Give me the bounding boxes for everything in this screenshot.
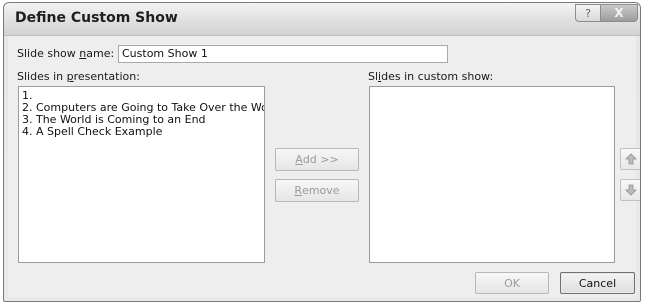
presentation-label-suffix: resentation: — [73, 70, 140, 83]
define-custom-show-dialog: Define Custom Show ? X Slide show name: … — [3, 2, 641, 302]
custom-show-list-label: Slides in custom show: — [368, 70, 493, 83]
move-up-arrow-icon — [625, 153, 637, 165]
presentation-label-prefix: Slides in — [17, 70, 67, 83]
move-down-button[interactable] — [620, 179, 640, 201]
dialog-body: Slide show name: Custom Show 1 Slides in… — [8, 36, 640, 297]
title-bar[interactable]: Define Custom Show ? X — [4, 3, 640, 36]
cancel-button[interactable]: Cancel — [560, 272, 635, 294]
add-button-accel: A — [295, 153, 303, 166]
show-name-label: Slide show name: — [17, 47, 114, 60]
dialog-title: Define Custom Show — [15, 10, 178, 26]
remove-button-label: emove — [302, 184, 340, 197]
add-button-label: dd >> — [302, 153, 339, 166]
ok-button[interactable]: OK — [475, 272, 549, 294]
help-icon: ? — [585, 6, 591, 20]
help-button[interactable]: ? — [575, 4, 601, 22]
show-name-input[interactable]: Custom Show 1 — [118, 45, 448, 63]
custom-show-label-suffix: des in custom show: — [381, 70, 494, 83]
show-name-label-prefix: Slide show — [17, 47, 80, 60]
move-up-button[interactable] — [620, 148, 640, 170]
show-name-label-suffix: ame: — [86, 47, 115, 60]
add-button[interactable]: Add >> — [275, 148, 359, 171]
close-icon: X — [614, 6, 624, 20]
custom-show-label-prefix: Sl — [368, 70, 379, 83]
presentation-list-label: Slides in presentation: — [17, 70, 140, 83]
list-item[interactable]: 4. A Spell Check Example — [19, 126, 264, 138]
presentation-label-accel: p — [66, 70, 74, 83]
remove-button[interactable]: Remove — [275, 179, 359, 202]
move-down-arrow-icon — [625, 184, 637, 196]
presentation-slides-list[interactable]: 1. 2. Computers are Going to Take Over t… — [18, 86, 265, 263]
remove-button-accel: R — [294, 184, 303, 197]
close-button[interactable]: X — [600, 4, 638, 22]
custom-show-slides-list[interactable] — [369, 86, 615, 263]
